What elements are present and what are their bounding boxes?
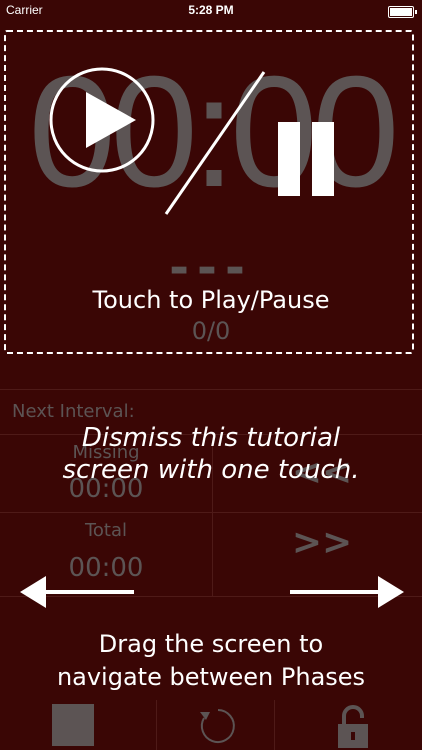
total-label: Total: [84, 520, 128, 541]
next-phase-button[interactable]: >>: [262, 522, 382, 563]
tutorial-dismiss-line2: screen with one touch.: [62, 455, 360, 485]
battery-icon: [388, 6, 417, 18]
unlock-icon[interactable]: [336, 704, 370, 748]
next-interval-label: Next Interval:: [12, 401, 135, 422]
divider: [0, 389, 422, 390]
stop-icon[interactable]: [52, 704, 94, 746]
status-bar: Carrier 5:28 PM: [0, 0, 422, 22]
toolbar-divider: [274, 700, 275, 750]
arrow-left-icon: [20, 576, 134, 608]
status-time: 5:28 PM: [188, 3, 234, 17]
pause-icon: [278, 122, 334, 196]
play-icon: [49, 67, 155, 173]
tutorial-play-pause-text: Touch to Play/Pause: [92, 286, 330, 314]
toolbar-divider: [156, 700, 157, 750]
divider: [0, 512, 422, 513]
tutorial-dismiss-text[interactable]: Dismiss this tutorial screen with one to…: [0, 422, 422, 486]
reset-icon[interactable]: [196, 704, 240, 748]
tutorial-drag-text: Drag the screen to navigate between Phas…: [0, 628, 422, 694]
slash-divider-icon: [164, 71, 266, 215]
tutorial-drag-line1: Drag the screen to: [98, 630, 324, 658]
tutorial-dismiss-line1: Dismiss this tutorial: [81, 423, 341, 453]
tutorial-drag-line2: navigate between Phases: [56, 663, 366, 691]
arrow-right-icon: [290, 576, 404, 608]
